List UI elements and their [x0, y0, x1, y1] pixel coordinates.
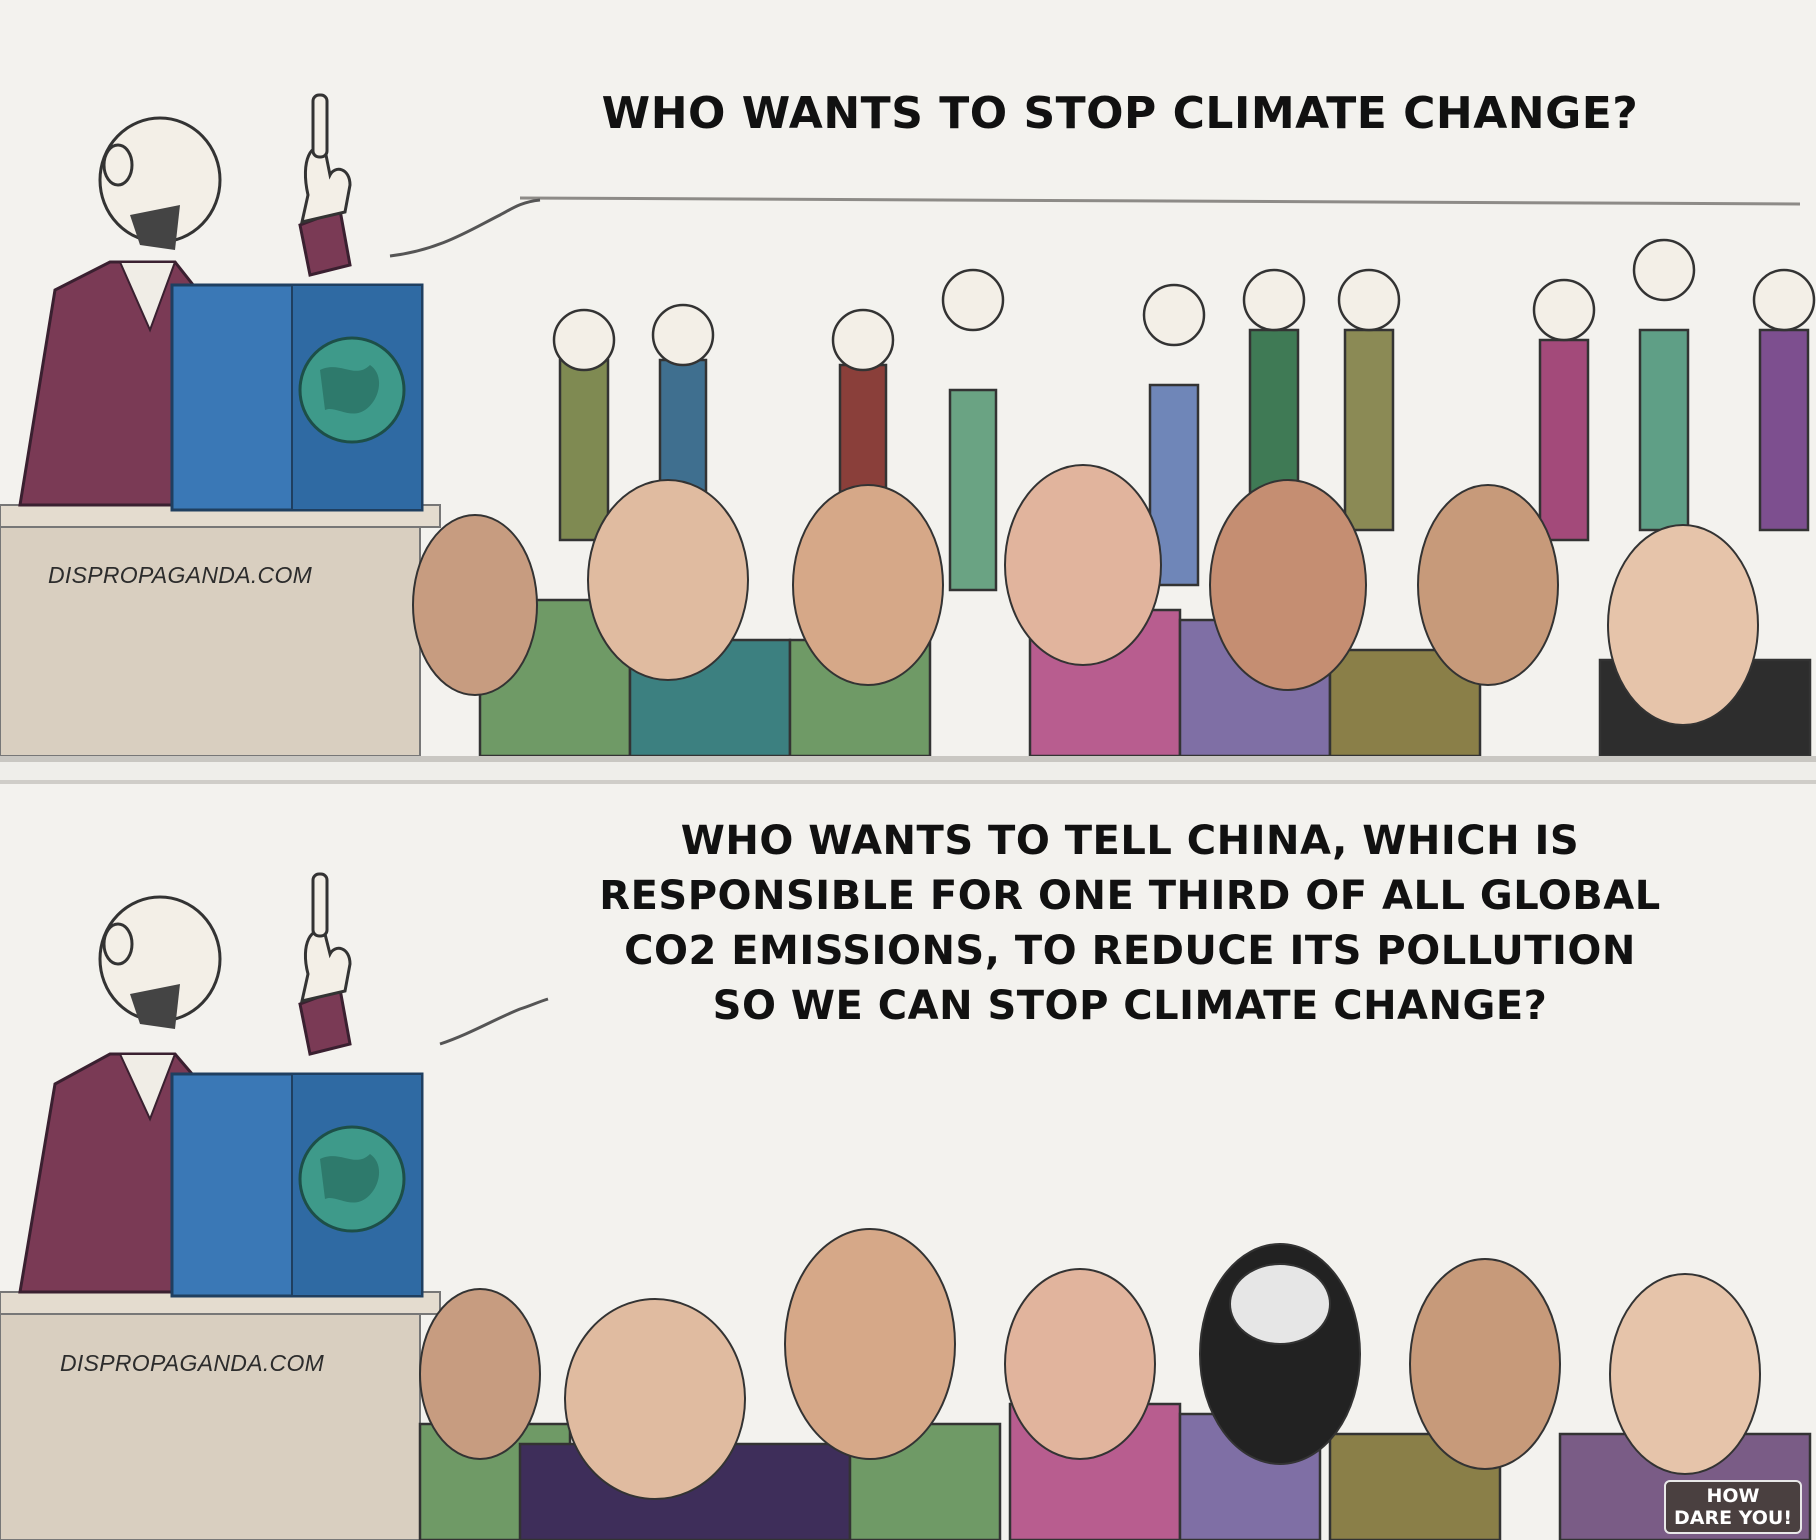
badge-line-2: DARE YOU! [1673, 1507, 1792, 1529]
caption-line-2: RESPONSIBLE FOR ONE THIRD OF ALL GLOBAL [599, 873, 1661, 919]
how-dare-you-badge: HOW DARE YOU! [1663, 1480, 1802, 1534]
caption-bottom: WHO WANTS TO TELL CHINA, WHICH IS RESPON… [500, 814, 1760, 1034]
watermark-bottom: DISPROPAGANDA.COM [60, 1350, 325, 1376]
face-1 [412, 514, 538, 696]
caption-line-3: CO2 EMISSIONS, TO REDUCE ITS POLLUTION [624, 928, 1636, 974]
desk [0, 519, 421, 756]
caption-line-4: SO WE CAN STOP CLIMATE CHANGE? [712, 983, 1548, 1029]
caption-line-1: WHO WANTS TO TELL CHINA, WHICH IS [680, 818, 1580, 864]
face-6 [1417, 484, 1559, 686]
caption-top: WHO WANTS TO STOP CLIMATE CHANGE? [601, 88, 1639, 139]
comic-panel-bottom: WHO WANTS TO TELL CHINA, WHICH IS RESPON… [0, 780, 1816, 1540]
raised-hands [552, 238, 1816, 592]
face-5 [1209, 479, 1367, 691]
pointing-hand-icon [300, 146, 352, 225]
face-7 [1607, 524, 1759, 726]
face-3 [792, 484, 944, 686]
pointing-hand-icon [300, 930, 352, 1004]
comic-panel-top: WHO WANTS TO STOP CLIMATE CHANGE? DISPRO… [0, 0, 1816, 762]
face-4 [1004, 464, 1162, 666]
face-2 [587, 479, 749, 681]
watermark-top: DISPROPAGANDA.COM [48, 562, 313, 588]
badge-line-1: HOW [1706, 1485, 1760, 1507]
